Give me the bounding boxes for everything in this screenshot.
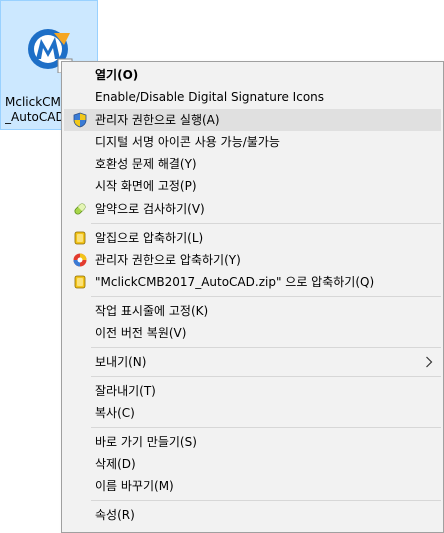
menu-item-troubleshoot-compatibility[interactable]: 호환성 문제 해결(Y): [64, 153, 441, 175]
menu-item-label: 시작 화면에 고정(P): [95, 179, 197, 193]
menu-item-label: 작업 표시줄에 고정(K): [95, 304, 209, 318]
menu-separator: [91, 427, 441, 428]
menu-item-label: 잘라내기(T): [95, 384, 156, 398]
menu-item-alzip-compress-admin[interactable]: 관리자 권한으로 압축하기(Y): [64, 249, 441, 271]
menu-item-cut[interactable]: 잘라내기(T): [64, 380, 441, 402]
menu-item-label: "MclickCMB2017_AutoCAD.zip" 으로 압축하기(Q): [95, 275, 375, 289]
menu-item-label: 보내기(N): [95, 355, 147, 369]
menu-item-create-shortcut[interactable]: 바로 가기 만들기(S): [64, 431, 441, 453]
menu-separator: [91, 347, 441, 348]
menu-item-label: 관리자 권한으로 실행(A): [95, 113, 220, 127]
menu-separator: [91, 376, 441, 377]
menu-item-label: 이름 바꾸기(M): [95, 479, 174, 493]
menu-item-label: 이전 버전 복원(V): [95, 326, 187, 340]
menu-item-label: 알약으로 검사하기(V): [95, 202, 205, 216]
desktop: MclickCMB _AutoCAD 열기(O) Enable/Disable …: [0, 0, 444, 533]
menu-item-pin-to-start[interactable]: 시작 화면에 고정(P): [64, 175, 441, 197]
menu-item-label: 관리자 권한으로 압축하기(Y): [95, 253, 241, 267]
menu-item-compress-to-zip[interactable]: "MclickCMB2017_AutoCAD.zip" 으로 압축하기(Q): [64, 271, 441, 293]
menu-item-label: 호환성 문제 해결(Y): [95, 157, 197, 171]
alzip-admin-icon: [73, 253, 87, 267]
menu-item-alzip-compress[interactable]: 알집으로 압축하기(L): [64, 227, 441, 249]
menu-item-label: 열기(O): [95, 68, 139, 82]
menu-separator: [91, 223, 441, 224]
menu-item-open[interactable]: 열기(O): [64, 64, 441, 86]
alzip-icon: [74, 275, 86, 289]
menu-item-pin-to-taskbar[interactable]: 작업 표시줄에 고정(K): [64, 300, 441, 322]
menu-item-label: 삭제(D): [95, 457, 136, 471]
chevron-right-icon: [426, 356, 433, 368]
menu-item-digital-signature-toggle[interactable]: 디지털 서명 아이콘 사용 가능/불가능: [64, 131, 441, 153]
menu-item-label: 디지털 서명 아이콘 사용 가능/불가능: [95, 135, 280, 149]
menu-item-restore-previous-versions[interactable]: 이전 버전 복원(V): [64, 322, 441, 344]
shield-icon: [73, 112, 87, 128]
menu-item-delete[interactable]: 삭제(D): [64, 453, 441, 475]
menu-item-label: Enable/Disable Digital Signature Icons: [95, 90, 325, 104]
pill-icon: [74, 203, 86, 215]
menu-item-run-as-admin[interactable]: 관리자 권한으로 실행(A): [64, 109, 441, 131]
context-menu: 열기(O) Enable/Disable Digital Signature I…: [61, 61, 444, 533]
menu-item-rename[interactable]: 이름 바꾸기(M): [64, 475, 441, 497]
menu-item-label: 속성(R): [95, 508, 135, 522]
menu-separator: [91, 500, 441, 501]
menu-separator: [91, 296, 441, 297]
menu-item-label: 알집으로 압축하기(L): [95, 231, 204, 245]
menu-item-copy[interactable]: 복사(C): [64, 402, 441, 424]
menu-item-label: 바로 가기 만들기(S): [95, 435, 197, 449]
menu-item-send-to[interactable]: 보내기(N): [64, 351, 441, 373]
menu-item-digital-signature-icons[interactable]: Enable/Disable Digital Signature Icons: [64, 86, 441, 108]
menu-item-scan-alyac[interactable]: 알약으로 검사하기(V): [64, 198, 441, 220]
alzip-icon: [74, 231, 86, 245]
menu-item-properties[interactable]: 속성(R): [64, 504, 441, 526]
menu-item-label: 복사(C): [95, 406, 135, 420]
